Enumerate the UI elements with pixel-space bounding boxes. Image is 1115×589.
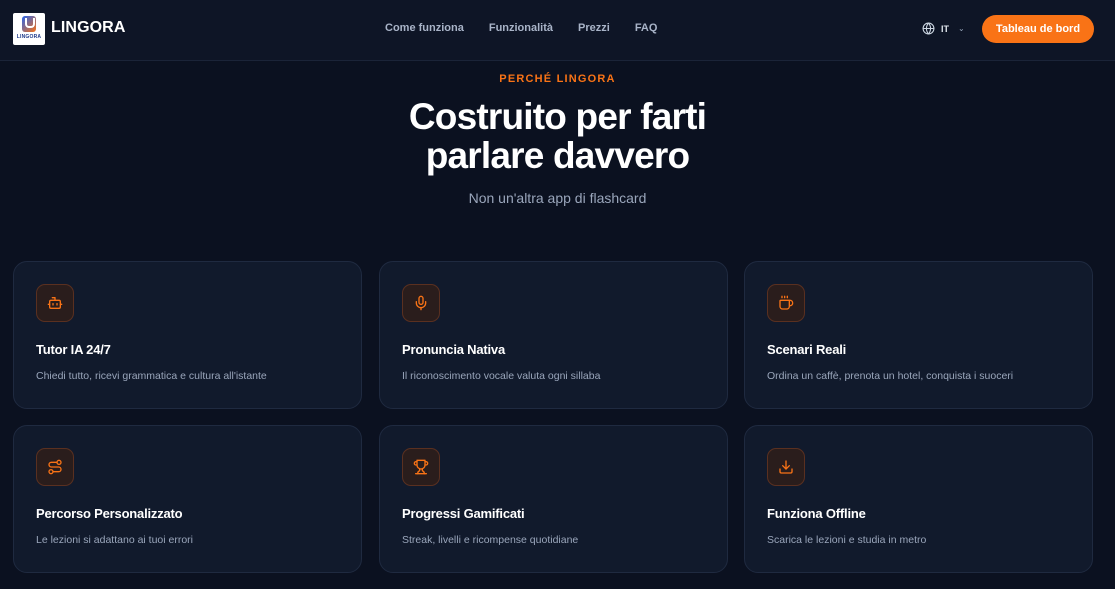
route-icon [48, 459, 62, 475]
feature-card-personal-path: Percorso Personalizzato Le lezioni si ad… [13, 425, 362, 573]
feature-description: Streak, livelli e ricompense quotidiane [402, 534, 579, 546]
coffee-icon [779, 295, 794, 310]
dashboard-button[interactable]: Tableau de bord [982, 15, 1094, 43]
main-nav: Come funziona Funzionalità Prezzi FAQ [385, 22, 657, 34]
feature-title: Progressi Gamificati [402, 506, 525, 521]
section-subtitle: Non un'altra app di flashcard [468, 190, 647, 206]
feature-card-pronunciation: Pronuncia Nativa Il riconoscimento vocal… [379, 261, 728, 409]
section-title-line-2: parlare davvero [425, 135, 690, 176]
section-title: Costruito per farti parlare davvero [0, 97, 1115, 175]
language-selector[interactable]: IT ⌄ [922, 22, 965, 35]
feature-title: Pronuncia Nativa [402, 342, 505, 357]
nav-link-faq[interactable]: FAQ [635, 22, 658, 34]
brand-name[interactable]: LINGORA [51, 19, 125, 37]
feature-description: Scarica le lezioni e studia in metro [767, 534, 927, 546]
feature-title: Funziona Offline [767, 506, 866, 521]
logo-text: LINGORA [16, 34, 42, 40]
feature-title: Tutor IA 24/7 [36, 342, 111, 357]
logo[interactable]: LINGORA [13, 13, 45, 45]
section-title-line-1: Costruito per farti [408, 96, 707, 137]
feature-description: Il riconoscimento vocale valuta ogni sil… [402, 370, 601, 382]
feature-title: Scenari Reali [767, 342, 847, 357]
trophy-icon [413, 459, 429, 475]
feature-description: Ordina un caffè, prenota un hotel, conqu… [767, 370, 1014, 382]
nav-link-pricing[interactable]: Prezzi [578, 22, 610, 34]
globe-icon [922, 22, 935, 35]
chevron-down-icon: ⌄ [958, 24, 965, 33]
feature-description: Chiedi tutto, ricevi grammatica e cultur… [36, 370, 267, 382]
feature-card-real-scenarios: Scenari Reali Ordina un caffè, prenota u… [744, 261, 1093, 409]
nav-link-how-it-works[interactable]: Come funziona [385, 22, 464, 34]
logo-mark-icon [22, 16, 36, 32]
feature-card-offline: Funziona Offline Scarica le lezioni e st… [744, 425, 1093, 573]
language-code: IT [941, 23, 949, 34]
section-eyebrow: PERCHÉ LINGORA [499, 73, 616, 85]
feature-card-ai-tutor: Tutor IA 24/7 Chiedi tutto, ricevi gramm… [13, 261, 362, 409]
top-navigation: LINGORA LINGORA Come funziona Funzionali… [0, 0, 1115, 61]
download-icon [779, 460, 793, 474]
feature-card-gamified: Progressi Gamificati Streak, livelli e r… [379, 425, 728, 573]
bot-icon [47, 297, 63, 309]
microphone-icon [415, 295, 427, 311]
feature-description: Le lezioni si adattano ai tuoi errori [36, 534, 194, 546]
nav-link-features[interactable]: Funzionalità [489, 22, 553, 34]
feature-title: Percorso Personalizzato [36, 506, 183, 521]
